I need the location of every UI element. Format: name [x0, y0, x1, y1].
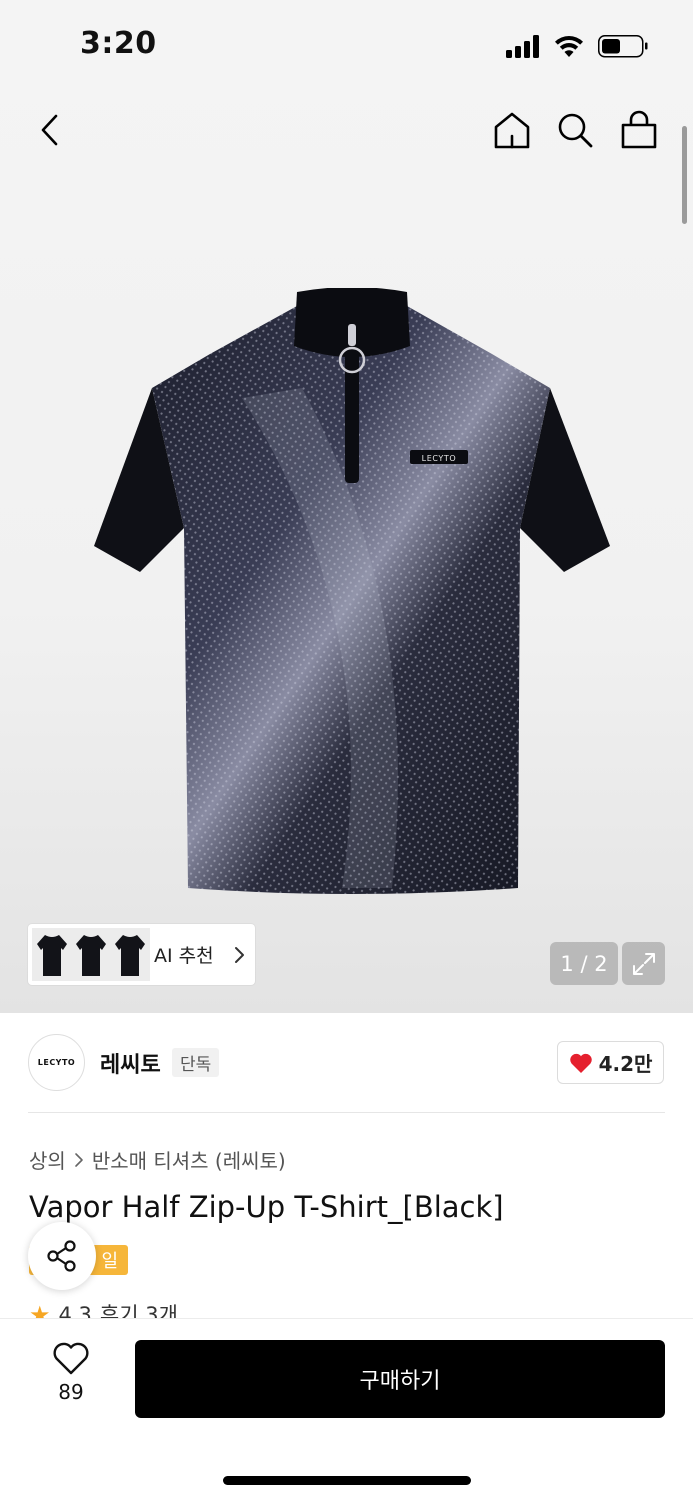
- buy-button[interactable]: 구매하기: [135, 1340, 665, 1418]
- wifi-icon: [555, 35, 583, 57]
- thumb-shirt-1: [36, 934, 67, 976]
- cart-button[interactable]: [615, 106, 663, 154]
- wishlist-button[interactable]: 89: [40, 1342, 102, 1414]
- rating-row[interactable]: ★ 4.3 후기 3개: [29, 1300, 178, 1318]
- breadcrumb-subcategory[interactable]: 반소매 티셔츠 (레씨토): [92, 1145, 286, 1174]
- home-icon: [494, 112, 530, 149]
- product-image-gallery[interactable]: 3:20 LECYTO AI 추천 1 / 2: [0, 0, 693, 1013]
- brand-like-button[interactable]: 4.2만: [557, 1041, 664, 1084]
- product-image: [94, 288, 610, 894]
- share-button[interactable]: [28, 1222, 96, 1290]
- image-pager: 1 / 2: [550, 942, 618, 985]
- status-icons: [506, 35, 648, 58]
- breadcrumb-category[interactable]: 상의: [29, 1145, 66, 1174]
- signal-icon: [506, 35, 539, 58]
- brand-like-count: 4.2만: [598, 1052, 653, 1076]
- chevron-left-icon: [41, 114, 58, 146]
- page-scrollbar[interactable]: [682, 126, 687, 224]
- battery-icon: [598, 35, 648, 58]
- brand-logo[interactable]: LECYTO: [28, 1034, 85, 1091]
- brand-name[interactable]: 레씨토: [100, 1047, 161, 1079]
- thumb-shirt-2: [75, 934, 106, 976]
- ai-recommend-label: AI 추천: [154, 945, 214, 967]
- review-count: 후기 3개: [99, 1303, 178, 1318]
- product-title: Vapor Half Zip-Up T-Shirt_[Black]: [29, 1190, 504, 1224]
- wishlist-count: 89: [58, 1380, 84, 1404]
- heart-outline-icon: [53, 1342, 89, 1375]
- exclusive-badge: 단독: [172, 1048, 220, 1077]
- image-brand-patch: LECYTO: [421, 453, 457, 463]
- thumb-shirt-3: [115, 934, 146, 976]
- back-button[interactable]: [26, 106, 74, 154]
- ai-recommend-thumbnails: [32, 928, 150, 981]
- status-time: 3:20: [80, 26, 157, 61]
- share-icon: [47, 1240, 76, 1272]
- search-icon: [558, 113, 593, 148]
- breadcrumb: 상의 반소매 티셔츠 (레씨토): [29, 1145, 286, 1174]
- chevron-right-icon: [75, 1152, 83, 1167]
- heart-filled-icon: [569, 1053, 592, 1073]
- chevron-right-icon: [235, 946, 244, 963]
- ai-recommend-button[interactable]: AI 추천: [28, 924, 255, 985]
- expand-icon: [632, 952, 655, 975]
- home-indicator[interactable]: [223, 1476, 471, 1485]
- rating-value: 4.3: [58, 1303, 92, 1318]
- shopping-bag-icon: [621, 110, 657, 149]
- home-button[interactable]: [488, 106, 536, 154]
- divider: [28, 1112, 665, 1113]
- expand-image-button[interactable]: [622, 942, 665, 985]
- search-button[interactable]: [551, 106, 599, 154]
- star-icon: ★: [29, 1301, 51, 1318]
